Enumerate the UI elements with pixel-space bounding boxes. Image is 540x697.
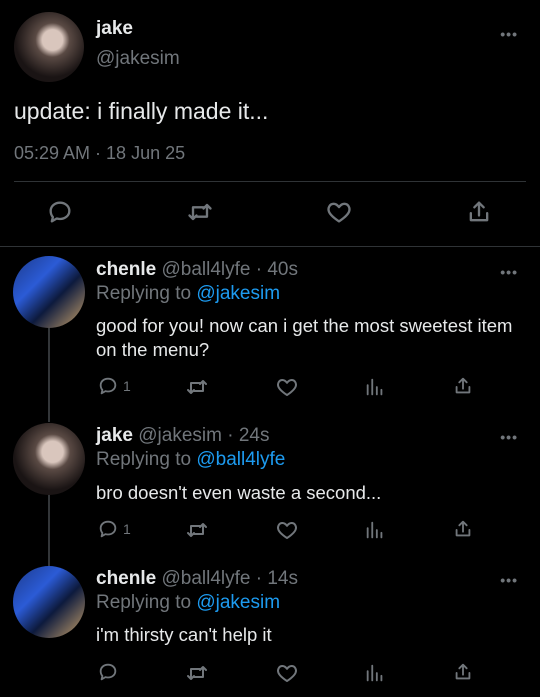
replying-to: Replying to @ball4lyfe [96, 449, 285, 471]
analytics-button[interactable] [364, 375, 386, 399]
replying-to-link[interactable]: @jakesim [196, 592, 280, 613]
author-name[interactable]: jake [96, 18, 133, 40]
reply-icon [99, 663, 117, 681]
reply-count: 1 [123, 521, 131, 537]
tweet-timestamp: 05:29 AM · 18 Jun 25 [14, 143, 186, 163]
retweet-button[interactable] [186, 198, 214, 226]
reply-button[interactable]: 1 [97, 375, 131, 397]
share-button[interactable] [465, 198, 493, 226]
reply-text: good for you! now can i get the most swe… [96, 315, 513, 360]
retweet-button[interactable] [185, 661, 209, 685]
reply-icon [99, 520, 117, 538]
retweet-icon [187, 523, 207, 537]
reply-text: bro doesn't even waste a second... [96, 482, 382, 503]
avatar[interactable] [14, 12, 84, 82]
retweet-button[interactable] [185, 375, 209, 399]
replying-to: Replying to @jakesim [96, 283, 280, 305]
author-handle-time[interactable]: @ball4lyfe · 40s [161, 259, 298, 280]
like-button[interactable] [275, 375, 299, 399]
author-handle-time[interactable]: @ball4lyfe · 14s [161, 568, 298, 589]
share-icon [455, 377, 471, 394]
author-handle-time[interactable]: @jakesim · 24s [138, 425, 269, 446]
reply-text: i'm thirsty can't help it [96, 624, 272, 645]
analytics-icon [366, 664, 383, 682]
reply-icon [49, 201, 71, 223]
like-icon [277, 379, 297, 396]
replying-to-link[interactable]: @jakesim [196, 283, 280, 304]
reply-header: chenle @ball4lyfe · 40s [96, 259, 298, 281]
retweet-icon [188, 203, 212, 221]
divider [14, 181, 526, 182]
like-button[interactable] [325, 198, 353, 226]
retweet-button[interactable] [185, 518, 209, 542]
share-icon [455, 520, 471, 537]
share-icon [469, 201, 489, 222]
more-icon[interactable]: ••• [500, 572, 518, 588]
avatar[interactable] [13, 256, 85, 328]
share-button[interactable] [452, 375, 474, 397]
replying-prefix: Replying to [96, 592, 192, 613]
reply-header: chenle @ball4lyfe · 14s [96, 568, 298, 590]
share-button[interactable] [452, 661, 474, 683]
like-icon [327, 202, 351, 223]
more-icon[interactable]: ••• [500, 26, 518, 42]
analytics-icon [366, 378, 383, 396]
author-name[interactable]: chenle [96, 259, 156, 280]
reply-button[interactable] [46, 198, 74, 226]
divider [0, 246, 540, 247]
reply-header: jake @jakesim · 24s [96, 425, 269, 447]
retweet-icon [187, 666, 207, 680]
author-handle[interactable]: @jakesim [96, 48, 180, 70]
analytics-button[interactable] [364, 661, 386, 685]
author-name[interactable]: jake [96, 425, 133, 446]
avatar[interactable] [13, 566, 85, 638]
replying-prefix: Replying to [96, 283, 192, 304]
share-icon [455, 663, 471, 680]
replying-to: Replying to @jakesim [96, 592, 280, 614]
thread-line [48, 327, 50, 422]
avatar[interactable] [13, 423, 85, 495]
retweet-icon [187, 380, 207, 394]
share-button[interactable] [452, 518, 474, 540]
tweet-text: update: i finally made it... [14, 98, 269, 124]
thread-line [48, 493, 50, 568]
replying-to-link[interactable]: @ball4lyfe [196, 449, 285, 470]
more-icon[interactable]: ••• [500, 429, 518, 445]
like-icon [277, 665, 297, 682]
analytics-button[interactable] [364, 518, 386, 542]
like-icon [277, 522, 297, 539]
reply-button[interactable] [97, 661, 123, 683]
replying-prefix: Replying to [96, 449, 192, 470]
analytics-icon [366, 521, 383, 539]
more-icon[interactable]: ••• [500, 264, 518, 280]
reply-count: 1 [123, 378, 131, 394]
reply-icon [99, 377, 117, 395]
like-button[interactable] [275, 661, 299, 685]
author-name[interactable]: chenle [96, 568, 156, 589]
reply-button[interactable]: 1 [97, 518, 131, 540]
like-button[interactable] [275, 518, 299, 542]
